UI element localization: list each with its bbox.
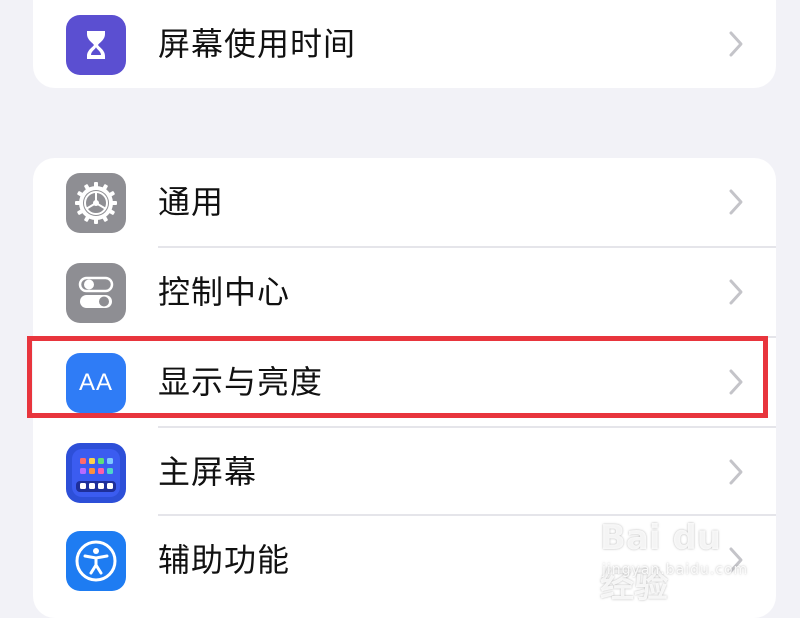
home-screen-grid-icon <box>66 443 126 503</box>
gear-icon <box>66 173 126 233</box>
watermark-url: jingyan.baidu.com <box>602 562 749 578</box>
settings-row-control-center[interactable]: 控制中心 <box>33 248 776 336</box>
watermark: Bai du 经验 jingyan.baidu.com <box>600 512 760 606</box>
chevron-right-icon <box>729 189 743 215</box>
chevron-right-icon <box>729 369 743 395</box>
settings-group-screen-time: 屏幕使用时间 <box>33 0 776 88</box>
chevron-right-icon <box>729 279 743 305</box>
hourglass-icon <box>66 15 126 75</box>
settings-row-label: 屏幕使用时间 <box>158 25 357 63</box>
settings-row-label: 控制中心 <box>158 273 291 311</box>
settings-row-label: 显示与亮度 <box>158 363 324 401</box>
aa-icon-text: AA <box>78 369 113 396</box>
settings-row-label: 辅助功能 <box>158 541 291 579</box>
settings-row-home-screen[interactable]: 主屏幕 <box>33 428 776 516</box>
settings-row-screen-time[interactable]: 屏幕使用时间 <box>33 0 776 88</box>
settings-row-general[interactable]: 通用 <box>33 158 776 246</box>
settings-row-label: 通用 <box>158 183 225 221</box>
toggle-switches-icon <box>66 263 126 323</box>
chevron-right-icon <box>729 459 743 485</box>
chevron-right-icon <box>729 31 743 57</box>
settings-row-label: 主屏幕 <box>158 453 258 491</box>
accessibility-icon <box>66 531 126 591</box>
settings-row-display-brightness[interactable]: AA 显示与亮度 <box>33 338 776 426</box>
text-size-aa-icon: AA <box>66 353 126 413</box>
